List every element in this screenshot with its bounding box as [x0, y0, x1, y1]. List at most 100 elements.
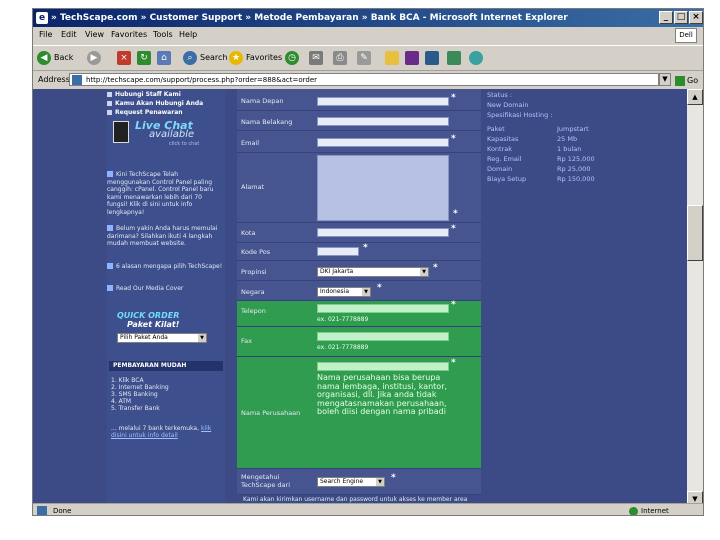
label-fax: Fax	[241, 337, 252, 345]
tools-extra-button[interactable]	[469, 50, 486, 66]
scroll-thumb[interactable]	[687, 205, 703, 261]
row-email: Email *	[237, 131, 481, 153]
window-title: » TechScape.com » Customer Support » Met…	[51, 13, 568, 23]
menu-file[interactable]: File	[39, 27, 52, 43]
tip-steps[interactable]: Belum yakin Anda harus memulai darimana?…	[107, 225, 223, 248]
label-nama-belakang: Nama Belakang	[241, 118, 293, 126]
vertical-scrollbar[interactable]: ▲ ▼	[687, 89, 703, 507]
discuss-button[interactable]	[447, 50, 464, 66]
input-fax[interactable]	[317, 332, 449, 341]
home-button[interactable]: ⌂	[157, 50, 174, 66]
spec-label-domain: Domain	[487, 165, 513, 173]
internet-zone: Internet	[629, 504, 669, 515]
address-bar: Address http://techscape.com/support/pro…	[33, 71, 703, 89]
row-nama-belakang: Nama Belakang	[237, 111, 481, 131]
select-propinsi[interactable]: DKI Jakarta ▼	[317, 267, 429, 277]
label-kota: Kota	[241, 229, 256, 237]
row-alamat: Alamat *	[237, 153, 481, 223]
mail-icon: ✉	[309, 50, 323, 65]
menu-tools[interactable]: Tools	[153, 27, 173, 43]
label-nama-depan: Nama Depan	[241, 97, 284, 105]
perusahaan-note: Nama perusahaan bisa berupa nama lembaga…	[317, 373, 448, 416]
scroll-up-button[interactable]: ▲	[687, 89, 703, 105]
menu-favorites[interactable]: Favorites	[111, 27, 147, 43]
favorites-label: Favorites	[246, 53, 283, 62]
refresh-button[interactable]: ↻	[137, 50, 154, 66]
tip-cpanel[interactable]: Kini TechScape Telah menggunakan Control…	[107, 171, 223, 216]
input-kode-pos[interactable]	[317, 247, 359, 256]
quick-order: QUICK ORDER Paket Kilat! Pilih Paket And…	[113, 311, 225, 345]
input-email[interactable]	[317, 138, 449, 147]
input-telepon[interactable]	[317, 304, 449, 313]
required-mark: *	[391, 473, 396, 483]
back-label: Back	[54, 53, 74, 62]
page-icon	[72, 75, 82, 85]
input-nama-perusahaan[interactable]	[317, 362, 449, 371]
label-email: Email	[241, 139, 260, 147]
row-nama-depan: Nama Depan *	[237, 89, 481, 111]
bullet-icon	[107, 92, 112, 97]
label-negara: Negara	[241, 288, 265, 296]
close-button[interactable]: ×	[689, 11, 703, 24]
select-mengetahui[interactable]: Search Engine ▼	[317, 477, 385, 487]
spec-label-paket: Paket	[487, 125, 505, 133]
address-dropdown-button[interactable]: ▼	[659, 73, 671, 86]
payment-footer: ... melalui 7 bank terkemuka, klik disin…	[111, 425, 212, 439]
menu-edit[interactable]: Edit	[61, 27, 77, 43]
live-chat-button[interactable]: Live Chat available click to chat	[113, 119, 223, 149]
history-button[interactable]: ◷	[285, 50, 302, 66]
menu-help[interactable]: Help	[179, 27, 197, 43]
forward-button[interactable]: ▶	[87, 50, 104, 66]
label-mengetahui: Mengetahui TechScape dari	[241, 473, 291, 489]
required-mark: *	[451, 224, 456, 234]
left-sidebar: Hubungi Staff Kami Kamu Akan Hubungi And…	[107, 89, 225, 507]
search-button[interactable]: ⌕ Search	[183, 50, 227, 66]
chevron-down-icon: ▼	[376, 478, 384, 486]
refresh-icon: ↻	[137, 50, 151, 65]
page-content: Hubungi Staff Kami Kamu Akan Hubungi And…	[33, 89, 703, 507]
textarea-alamat[interactable]	[317, 155, 449, 221]
ie-logo-icon: e	[36, 12, 48, 24]
row-fax: Fax ex. 021-7778889	[237, 327, 481, 357]
back-button[interactable]: ◀ Back	[37, 50, 73, 66]
folder-button[interactable]	[385, 50, 402, 66]
dell-logo: Dell	[675, 28, 697, 43]
edit-button[interactable]: ✎	[357, 50, 374, 66]
status-value: New Domain	[487, 101, 529, 109]
tip-media-cover[interactable]: Read Our Media Cover	[107, 285, 223, 293]
telepon-hint: ex. 021-7778889	[317, 316, 369, 323]
chevron-down-icon: ▼	[420, 268, 428, 276]
research-button[interactable]	[425, 50, 442, 66]
select-negara[interactable]: Indonesia ▼	[317, 287, 371, 297]
messenger-button[interactable]	[405, 50, 422, 66]
go-button[interactable]: Go	[675, 72, 698, 90]
quick-order-select[interactable]: Pilih Paket Anda ▼	[117, 333, 207, 343]
favorites-button[interactable]: ★ Favorites	[229, 50, 282, 66]
history-icon: ◷	[285, 50, 299, 65]
sidebar-link-request-quote[interactable]: Request Penawaran	[107, 109, 183, 116]
input-nama-depan[interactable]	[317, 97, 449, 106]
input-kota[interactable]	[317, 228, 449, 237]
sidebar-link-contact-staff[interactable]: Hubungi Staff Kami	[107, 91, 181, 98]
required-mark: *	[433, 263, 438, 273]
input-nama-belakang[interactable]	[317, 117, 449, 126]
address-input[interactable]: http://techscape.com/support/process.php…	[69, 73, 659, 86]
maximize-button[interactable]: □	[674, 11, 688, 24]
browser-window: e » TechScape.com » Customer Support » M…	[32, 8, 704, 516]
star-icon: ★	[229, 50, 243, 65]
chevron-down-icon: ▼	[198, 334, 206, 342]
required-mark: *	[377, 283, 382, 293]
chevron-down-icon: ▼	[362, 288, 370, 296]
menu-view[interactable]: View	[85, 27, 104, 43]
mail-button[interactable]: ✉	[309, 50, 326, 66]
minimize-button[interactable]: _	[659, 11, 673, 24]
label-nama-perusahaan: Nama Perusahaan	[241, 409, 301, 417]
status-label: Status :	[487, 91, 512, 99]
stop-button[interactable]: ×	[117, 50, 134, 66]
print-button[interactable]: ⎙	[333, 50, 350, 66]
payment-item: 1. Klik BCA	[111, 377, 144, 384]
research-icon	[425, 50, 439, 65]
sidebar-link-callback[interactable]: Kamu Akan Hubungi Anda	[107, 100, 203, 107]
tip-reasons[interactable]: 6 alasan mengapa pilih TechScape!	[107, 263, 223, 271]
bullet-icon	[107, 110, 112, 115]
